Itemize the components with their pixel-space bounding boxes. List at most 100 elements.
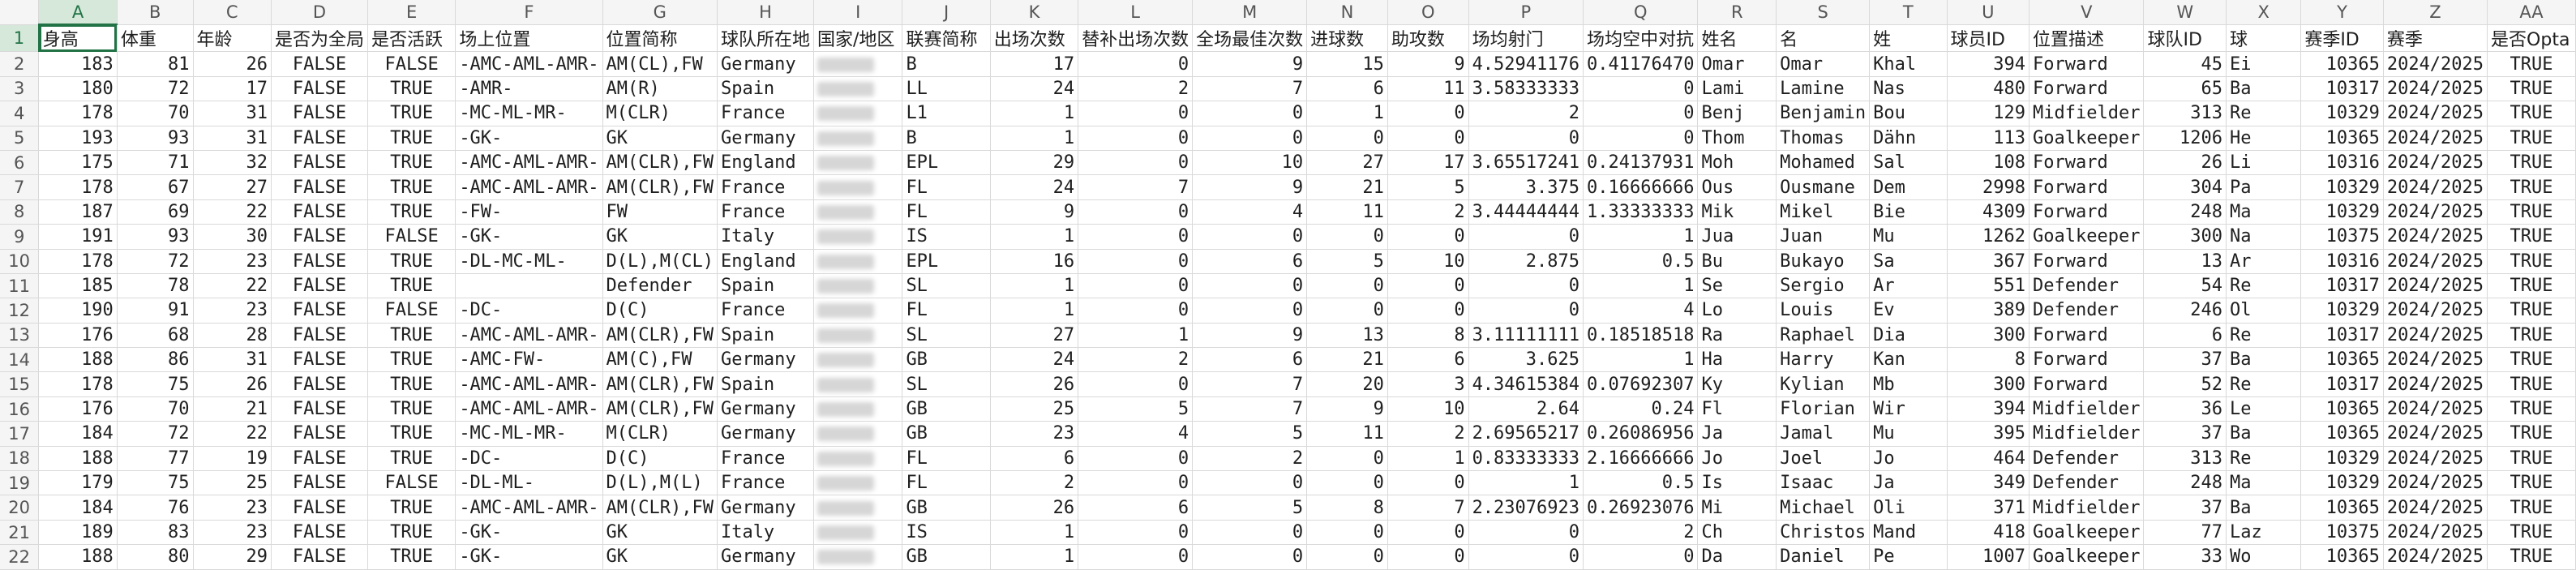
cell-K8[interactable]: 9	[990, 199, 1079, 225]
cell-C20[interactable]: 23	[193, 495, 272, 521]
cell-L13[interactable]: 1	[1078, 323, 1194, 349]
cell-N9[interactable]: 0	[1306, 224, 1388, 250]
cell-V5[interactable]: Goalkeeper	[2029, 126, 2145, 151]
cell-U3[interactable]: 480	[1947, 76, 2030, 102]
cell-K21[interactable]: 1	[990, 520, 1079, 546]
cell-R4[interactable]: Benj	[1697, 101, 1777, 126]
cell-Z2[interactable]: 2024/2025	[2383, 51, 2488, 77]
cell-G14[interactable]: AM(C),FW	[602, 347, 718, 373]
column-header-A[interactable]: A	[38, 0, 118, 26]
cell-F22[interactable]: -GK-	[455, 544, 603, 570]
row-header[interactable]: 14	[0, 347, 40, 373]
row-header[interactable]: 7	[0, 174, 40, 200]
cell-W11[interactable]: 54	[2143, 273, 2227, 299]
cell-Q10[interactable]: 0.5	[1583, 249, 1699, 274]
column-header-AA[interactable]: AA	[2487, 0, 2576, 25]
cell-M10[interactable]: 6	[1192, 249, 1308, 274]
cell-F15[interactable]: -AMC-AML-AMR-	[455, 371, 603, 397]
cell-R6[interactable]: Moh	[1697, 150, 1777, 176]
cell-L4[interactable]: 0	[1078, 101, 1194, 126]
cell-G17[interactable]: M(CLR)	[602, 421, 718, 447]
cell-J20[interactable]: GB	[902, 495, 991, 521]
cell-Y5[interactable]: 10365	[2300, 126, 2384, 151]
cell-N1[interactable]: 进球数	[1306, 24, 1388, 53]
cell-T3[interactable]: Nas	[1869, 76, 1948, 102]
cell-S14[interactable]: Harry	[1776, 347, 1871, 373]
cell-J7[interactable]: FL	[902, 174, 991, 200]
cell-L9[interactable]: 0	[1078, 224, 1194, 250]
cell-F1[interactable]: 场上位置	[455, 24, 603, 53]
cell-I19[interactable]	[813, 470, 903, 496]
cell-F21[interactable]: -GK-	[455, 520, 603, 546]
cell-U1[interactable]: 球员ID	[1947, 24, 2030, 53]
cell-W19[interactable]: 248	[2143, 470, 2227, 496]
cell-Y7[interactable]: 10329	[2300, 174, 2384, 200]
cell-S18[interactable]: Joel	[1776, 446, 1871, 472]
cell-M7[interactable]: 9	[1192, 174, 1308, 200]
cell-E21[interactable]: TRUE	[367, 520, 456, 546]
cell-U19[interactable]: 349	[1947, 470, 2030, 496]
cell-E20[interactable]: TRUE	[367, 495, 456, 521]
cell-U13[interactable]: 300	[1947, 323, 2030, 349]
cell-J13[interactable]: SL	[902, 323, 991, 349]
cell-R5[interactable]: Thom	[1697, 126, 1777, 151]
cell-V12[interactable]: Defender	[2029, 298, 2145, 324]
cell-C5[interactable]: 31	[193, 126, 272, 151]
cell-A16[interactable]: 176	[38, 396, 118, 422]
cell-J1[interactable]: 联赛简称	[902, 24, 991, 53]
cell-M18[interactable]: 2	[1192, 446, 1308, 472]
cell-Z3[interactable]: 2024/2025	[2383, 76, 2488, 102]
cell-W18[interactable]: 313	[2143, 446, 2227, 472]
cell-F19[interactable]: -DL-ML-	[455, 470, 603, 496]
cell-F14[interactable]: -AMC-FW-	[455, 347, 603, 373]
cell-G20[interactable]: AM(CLR),FW	[602, 495, 718, 521]
cell-J18[interactable]: FL	[902, 446, 991, 472]
cell-F16[interactable]: -AMC-AML-AMR-	[455, 396, 603, 422]
cell-Z11[interactable]: 2024/2025	[2383, 273, 2488, 299]
cell-W1[interactable]: 球队ID	[2143, 24, 2227, 53]
cell-A5[interactable]: 193	[38, 126, 118, 151]
cell-N19[interactable]: 0	[1306, 470, 1388, 496]
cell-C21[interactable]: 23	[193, 520, 272, 546]
cell-U9[interactable]: 1262	[1947, 224, 2030, 250]
cell-Q19[interactable]: 0.5	[1583, 470, 1699, 496]
cell-E13[interactable]: TRUE	[367, 323, 456, 349]
cell-H9[interactable]: Italy	[717, 224, 814, 250]
cell-Z16[interactable]: 2024/2025	[2383, 396, 2488, 422]
cell-D16[interactable]: FALSE	[271, 396, 368, 422]
cell-P1[interactable]: 场均射门	[1468, 24, 1584, 53]
cell-A8[interactable]: 187	[38, 199, 118, 225]
cell-A21[interactable]: 189	[38, 520, 118, 546]
cell-D10[interactable]: FALSE	[271, 249, 368, 274]
cell-Q8[interactable]: 1.33333333	[1583, 199, 1699, 225]
cell-B4[interactable]: 70	[117, 101, 194, 126]
cell-S22[interactable]: Daniel	[1776, 544, 1871, 570]
cell-K19[interactable]: 2	[990, 470, 1079, 496]
cell-P6[interactable]: 3.65517241	[1468, 150, 1584, 176]
cell-Y20[interactable]: 10365	[2300, 495, 2384, 521]
cell-O18[interactable]: 1	[1387, 446, 1469, 472]
cell-V17[interactable]: Midfielder	[2029, 421, 2145, 447]
cell-P8[interactable]: 3.44444444	[1468, 199, 1584, 225]
row-header[interactable]: 12	[0, 298, 40, 324]
cell-Y18[interactable]: 10329	[2300, 446, 2384, 472]
cell-T22[interactable]: Pe	[1869, 544, 1948, 570]
cell-AA20[interactable]: TRUE	[2487, 495, 2576, 521]
cell-B13[interactable]: 68	[117, 323, 194, 349]
cell-W16[interactable]: 36	[2143, 396, 2227, 422]
cell-J9[interactable]: IS	[902, 224, 991, 250]
cell-O8[interactable]: 2	[1387, 199, 1469, 225]
cell-V15[interactable]: Forward	[2029, 371, 2145, 397]
cell-P10[interactable]: 2.875	[1468, 249, 1584, 274]
cell-S3[interactable]: Lamine	[1776, 76, 1871, 102]
cell-S13[interactable]: Raphael	[1776, 323, 1871, 349]
cell-Q4[interactable]: 0	[1583, 101, 1699, 126]
cell-S4[interactable]: Benjamin	[1776, 101, 1871, 126]
cell-F7[interactable]: -AMC-AML-AMR-	[455, 174, 603, 200]
cell-X8[interactable]: Ma	[2226, 199, 2302, 225]
row-header[interactable]: 4	[0, 101, 40, 126]
cell-W7[interactable]: 304	[2143, 174, 2227, 200]
cell-B21[interactable]: 83	[117, 520, 194, 546]
cell-Y3[interactable]: 10317	[2300, 76, 2384, 102]
cell-X10[interactable]: Ar	[2226, 249, 2302, 274]
